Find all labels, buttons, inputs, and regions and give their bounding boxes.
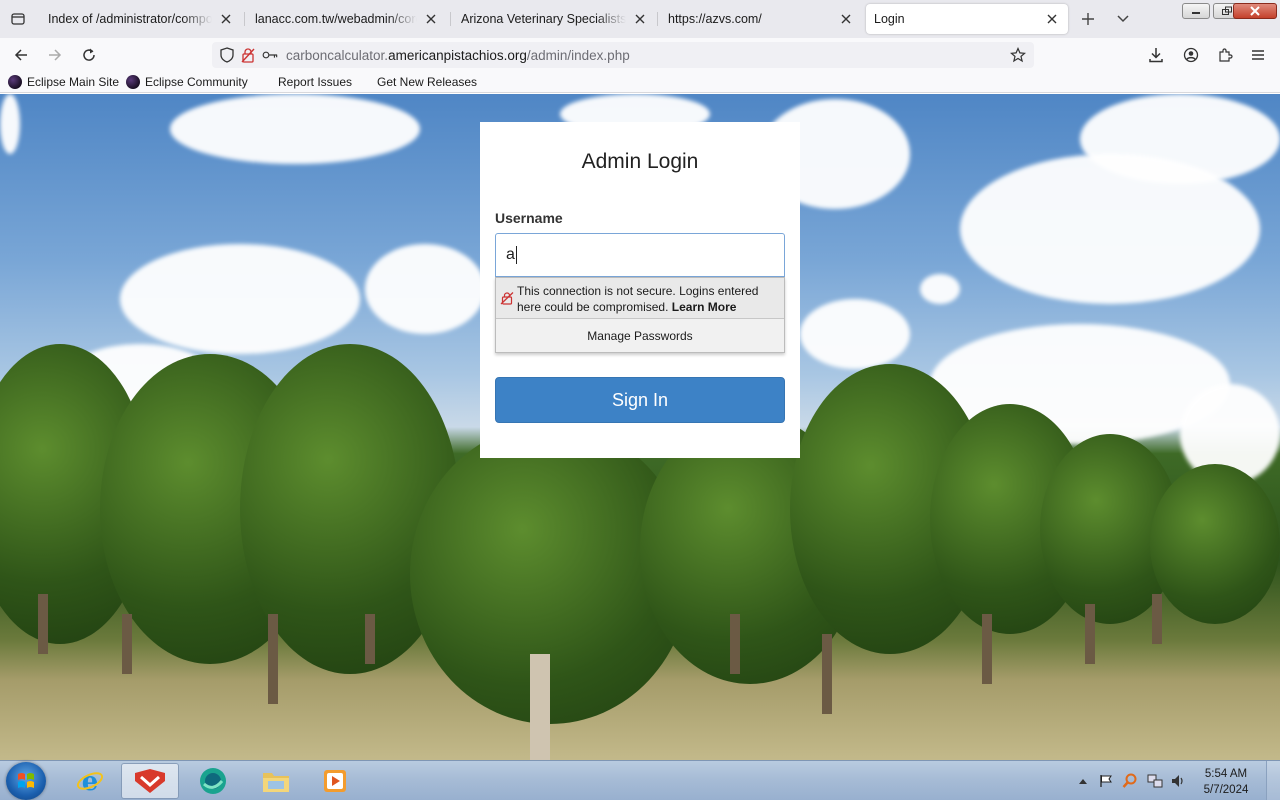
url-text[interactable]: carboncalculator.americanpistachios.org/… [286,48,630,63]
text-caret [515,246,517,264]
close-tab-icon[interactable] [838,11,854,27]
tab-title: Index of /administrator/compon [48,12,212,26]
bookmark-label: Get New Releases [377,75,478,89]
bookmark-star-icon[interactable] [1010,47,1026,63]
login-card: Admin Login Username a This connection i… [480,122,800,458]
volume-icon[interactable] [1170,773,1186,789]
account-icon[interactable] [1178,43,1204,67]
new-tab-button[interactable] [1078,9,1098,29]
tab-title: lanacc.com.tw/webadmin/core/ [255,12,417,26]
manage-passwords-button[interactable]: Manage Passwords [496,320,784,352]
taskbar-media-player[interactable] [306,763,364,799]
search-tray-icon[interactable] [1122,773,1138,789]
tab-divider [244,12,245,26]
bookmark-get-new-releases[interactable]: Get New Releases [377,75,477,89]
show-desktop-button[interactable] [1266,761,1280,800]
url-prefix: carboncalculator. [286,48,389,63]
url-path: /admin/index.php [526,48,630,63]
extensions-icon[interactable] [1212,43,1238,67]
key-icon[interactable] [262,47,278,63]
username-input[interactable]: a [495,233,785,277]
navigation-bar: carboncalculator.americanpistachios.org/… [0,38,1280,72]
sign-in-button[interactable]: Sign In [495,377,785,423]
tableau-icon [135,769,165,793]
clock-date: 5/7/2024 [1203,784,1249,796]
svg-text:e: e [82,767,99,796]
menu-icon[interactable] [1245,43,1271,67]
tab-title: https://azvs.com/ [668,12,762,26]
browser-icon [200,768,226,794]
tracking-protection-shield-icon[interactable] [219,47,235,63]
insecure-warning-message[interactable]: This connection is not secure. Logins en… [496,278,784,319]
eclipse-icon [126,75,140,89]
minimize-button[interactable] [1182,3,1210,19]
taskbar-tableau[interactable] [121,763,179,799]
username-label: Username [495,210,563,226]
insecure-login-warning-popup: This connection is not secure. Logins en… [495,277,785,353]
url-bar[interactable]: carboncalculator.americanpistachios.org/… [212,42,1034,68]
insecure-warning-text: This connection is not secure. Logins en… [517,284,779,315]
tab-index-administrator[interactable]: Index of /administrator/compon [40,4,242,34]
windows-taskbar: e 5:54 AM 5/7/2024 [0,760,1280,800]
username-value: a [506,246,515,264]
folder-icon [263,773,289,792]
bookmark-eclipse-main-site[interactable]: Eclipse Main Site [8,75,119,89]
reload-button[interactable] [76,43,102,67]
tab-arizona-veterinary[interactable]: Arizona Veterinary Specialists - V [453,4,656,34]
clock-time: 5:54 AM [1204,768,1248,780]
tab-title: Login [874,12,905,26]
tab-divider [450,12,451,26]
bookmark-report-issues[interactable]: Report Issues [278,75,352,89]
show-hidden-icons-icon[interactable] [1075,773,1091,789]
taskbar-file-explorer[interactable] [247,763,305,799]
forward-button[interactable] [42,43,68,67]
downloads-icon[interactable] [1143,43,1169,67]
close-window-button[interactable] [1233,3,1277,19]
manage-passwords-label: Manage Passwords [587,329,693,343]
page-content: Admin Login Username a This connection i… [0,94,1280,760]
insecure-lock-icon [500,292,514,305]
learn-more-link[interactable]: Learn More [672,300,737,314]
start-button[interactable] [6,762,46,800]
tab-lanacc[interactable]: lanacc.com.tw/webadmin/core/ [247,4,447,34]
close-tab-icon[interactable] [218,11,234,27]
bookmark-label: Report Issues [278,75,353,89]
url-host: americanpistachios.org [388,48,527,63]
taskbar-internet-explorer[interactable]: e [61,763,119,799]
eclipse-icon [8,75,22,89]
network-icon[interactable] [1147,773,1163,789]
sign-in-label: Sign In [611,389,669,410]
back-button[interactable] [8,43,34,67]
internet-explorer-icon: e [76,767,104,796]
bookmarks-toolbar: Eclipse Main Site Eclipse Community Repo… [0,72,1280,93]
action-center-flag-icon[interactable] [1098,773,1114,789]
system-clock[interactable]: 5:54 AM 5/7/2024 [1198,766,1254,798]
tab-strip: Index of /administrator/compon lanacc.co… [0,0,1280,38]
list-all-tabs-button[interactable] [1113,9,1133,29]
windows-logo-icon [18,773,34,788]
bookmark-label: Eclipse Main Site [27,75,120,89]
close-tab-icon[interactable] [1044,11,1060,27]
login-title: Admin Login [581,150,699,173]
close-tab-icon[interactable] [423,11,439,27]
insecure-lock-icon[interactable] [240,47,256,63]
tab-title: Arizona Veterinary Specialists - V [461,12,626,26]
close-tab-icon[interactable] [632,11,648,27]
bookmark-eclipse-community[interactable]: Eclipse Community [126,75,248,89]
bookmark-label: Eclipse Community [145,75,248,89]
firefox-view-icon[interactable] [6,8,30,30]
taskbar-edge-like-browser[interactable] [184,763,242,799]
tab-azvs[interactable]: https://azvs.com/ [660,4,862,34]
tab-login[interactable]: Login [866,4,1068,34]
media-player-icon [324,770,346,792]
tab-divider [657,12,658,26]
